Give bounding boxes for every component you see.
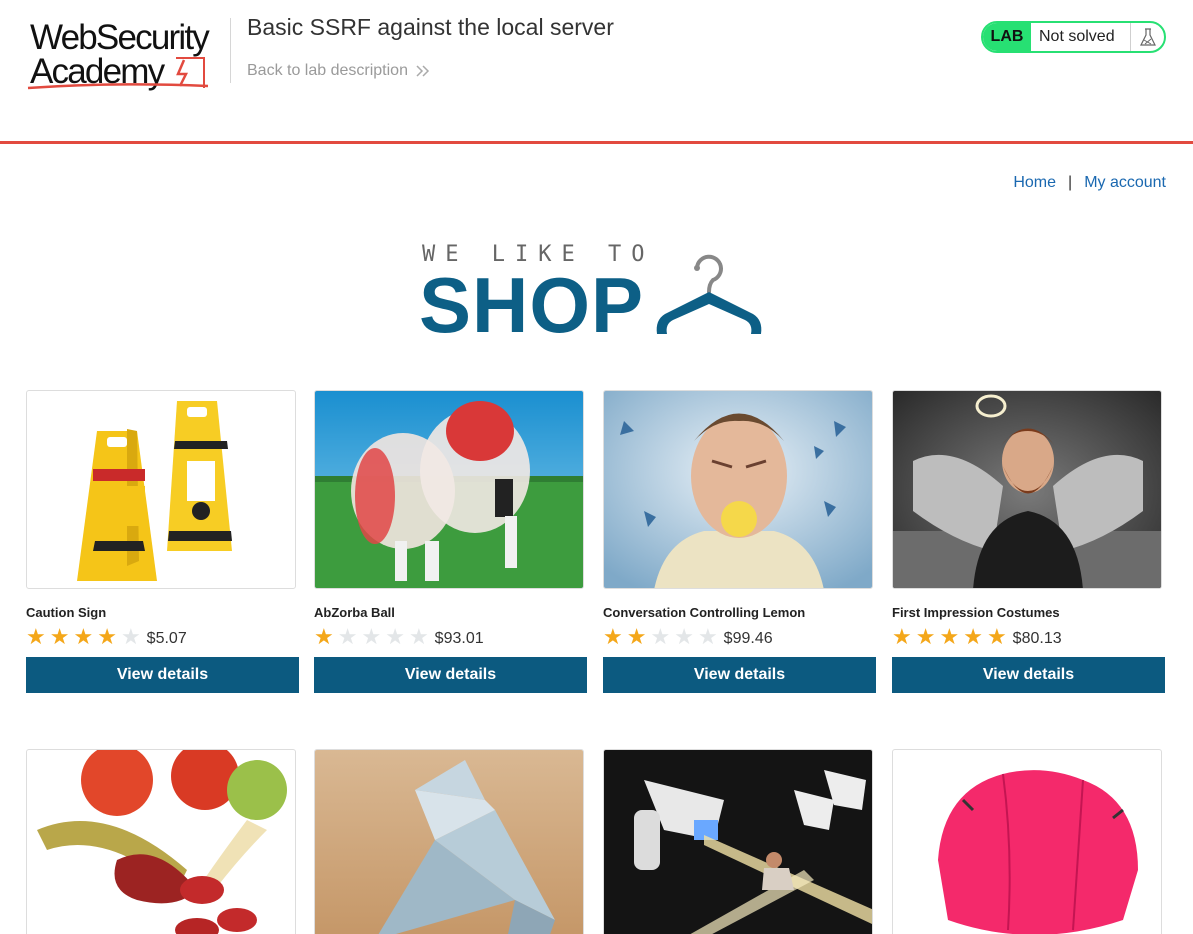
product-image-conversation-controlling-lemon[interactable]: [603, 390, 873, 589]
star-filled-icon: ★: [97, 624, 117, 649]
lab-title: Basic SSRF against the local server: [247, 14, 614, 40]
flask-icon: [1130, 23, 1164, 51]
star-empty-icon: ★: [674, 624, 694, 649]
product-rating: ★ ★ ★ ★ ★ $99.46: [603, 624, 876, 650]
academy-header: WebSecurity Academy Basic SSRF against t…: [0, 0, 1193, 144]
lab-status-widget: LAB Not solved: [981, 21, 1166, 53]
product-name: First Impression Costumes: [892, 605, 1060, 620]
star-filled-icon: ★: [939, 624, 960, 649]
top-navigation: Home | My account: [1013, 174, 1166, 192]
double-chevron-right-icon: [416, 65, 430, 77]
view-details-button[interactable]: View details: [603, 657, 876, 693]
product-card: First Impression Costumes ★ ★ ★ ★ ★ $80.13 V…: [892, 390, 1165, 693]
star-filled-icon: ★: [314, 624, 334, 649]
product-name: Caution Sign: [26, 605, 107, 620]
product-card: Caution Sign ★ ★ ★ ★ ★ $5.07 View details: [26, 390, 299, 693]
my-account-link[interactable]: My account: [1084, 174, 1166, 192]
star-empty-icon: ★: [120, 624, 141, 649]
product-price: $80.13: [1012, 630, 1062, 647]
star-empty-icon: ★: [697, 624, 718, 649]
view-details-button[interactable]: View details: [26, 657, 299, 693]
product-image-sausage-and-banana[interactable]: [26, 749, 296, 934]
nav-separator: |: [1068, 174, 1073, 191]
product-image-first-impression-costumes[interactable]: [892, 390, 1162, 589]
home-link[interactable]: Home: [1013, 174, 1056, 192]
shop-banner: WE LIKE TO SHOP: [419, 240, 779, 344]
star-empty-icon: ★: [337, 624, 358, 649]
star-filled-icon: ★: [49, 624, 70, 649]
product-card: [892, 749, 1165, 934]
view-details-button[interactable]: View details: [892, 657, 1165, 693]
product-rating: ★ ★ ★ ★ ★ $93.01: [314, 624, 587, 650]
back-to-lab-description-link[interactable]: Back to lab description: [247, 62, 430, 80]
star-filled-icon: ★: [73, 624, 94, 649]
product-rating: ★ ★ ★ ★ ★ $5.07: [26, 624, 299, 650]
web-security-academy-logo[interactable]: WebSecurity Academy: [26, 18, 230, 94]
star-filled-icon: ★: [626, 624, 647, 649]
rating-stars: ★ ★ ★ ★ ★: [892, 626, 1007, 648]
star-filled-icon: ★: [26, 624, 46, 649]
product-card: [603, 749, 876, 934]
product-price: $5.07: [146, 630, 187, 647]
product-card: [26, 749, 299, 934]
star-filled-icon: ★: [915, 624, 936, 649]
product-image-pink-umbrella[interactable]: [892, 749, 1162, 934]
star-filled-icon: ★: [892, 624, 912, 649]
coat-hanger-icon: [656, 254, 762, 334]
lab-badge: LAB: [983, 23, 1031, 51]
lab-status-text: Not solved: [1039, 28, 1115, 45]
product-card: AbZorba Ball ★ ★ ★ ★ ★ $93.01 View details: [314, 390, 587, 693]
product-rating: ★ ★ ★ ★ ★ $80.13: [892, 624, 1165, 650]
back-link-label: Back to lab description: [247, 62, 408, 79]
product-price: $99.46: [723, 630, 773, 647]
star-empty-icon: ★: [408, 624, 429, 649]
product-image-abzorba-ball[interactable]: [314, 390, 584, 589]
star-empty-icon: ★: [650, 624, 671, 649]
star-filled-icon: ★: [963, 624, 983, 649]
product-card: [314, 749, 587, 934]
product-image-origami-money-bird[interactable]: [314, 749, 584, 934]
product-card: Conversation Controlling Lemon ★ ★ ★ ★ ★ $99…: [603, 390, 876, 693]
rating-stars: ★ ★ ★ ★ ★: [26, 626, 141, 648]
header-divider: [230, 18, 231, 83]
star-empty-icon: ★: [361, 624, 382, 649]
product-name: AbZorba Ball: [314, 605, 395, 620]
shop-heading: SHOP: [419, 261, 645, 349]
view-details-button[interactable]: View details: [314, 657, 587, 693]
rating-stars: ★ ★ ★ ★ ★: [603, 626, 718, 648]
star-filled-icon: ★: [986, 624, 1007, 649]
product-name: Conversation Controlling Lemon: [603, 605, 806, 620]
product-price: $93.01: [434, 630, 484, 647]
product-image-caution-sign[interactable]: [26, 390, 296, 589]
logo-lightning-icon: [27, 57, 209, 90]
star-empty-icon: ★: [385, 624, 405, 649]
product-image-laser-tag-guns[interactable]: [603, 749, 873, 934]
star-filled-icon: ★: [603, 624, 623, 649]
rating-stars: ★ ★ ★ ★ ★: [314, 626, 429, 648]
